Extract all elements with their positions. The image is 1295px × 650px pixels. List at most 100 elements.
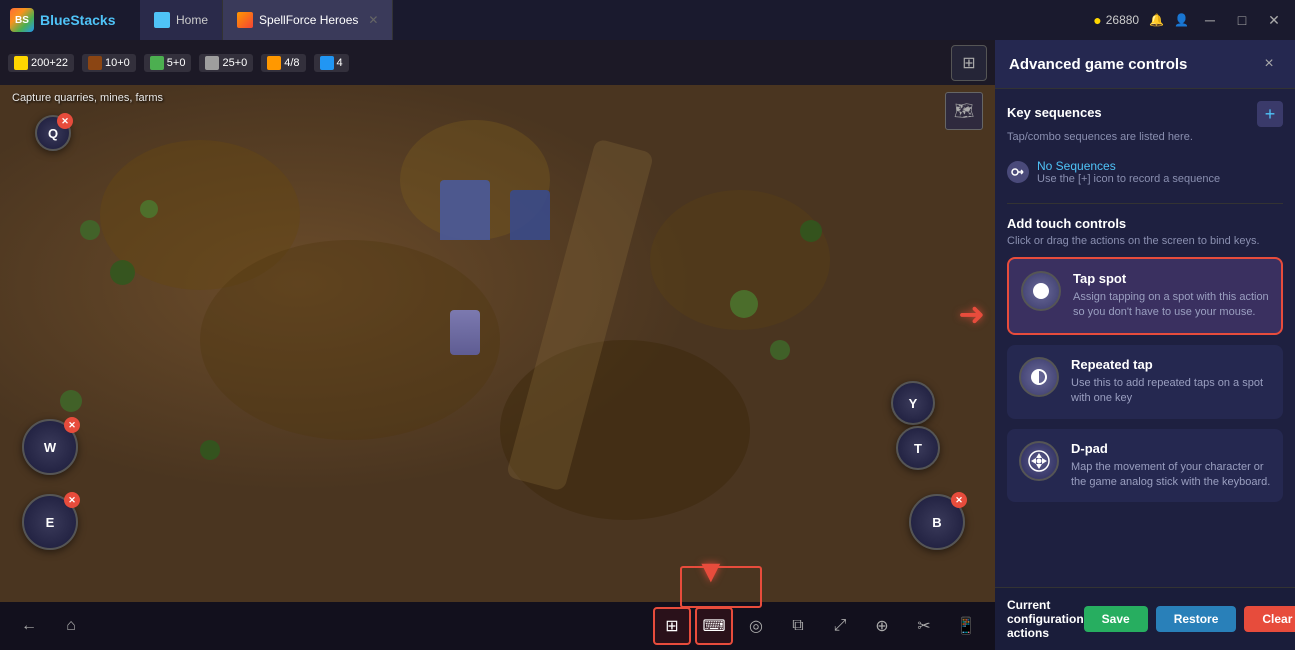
- stone-value: 25+0: [222, 57, 247, 69]
- q-remove-btn[interactable]: ✕: [57, 113, 73, 129]
- panel-title: Advanced game controls: [1009, 56, 1187, 73]
- b-remove-btn[interactable]: ✕: [951, 492, 967, 508]
- coin-amount: 26880: [1106, 13, 1139, 27]
- keyboard-btn[interactable]: ⌨: [695, 607, 733, 645]
- location-btn[interactable]: ⊕: [863, 607, 901, 645]
- res-wood: 10+0: [82, 54, 136, 72]
- key-b-btn[interactable]: B ✕: [909, 494, 965, 550]
- key-sequences-header: Key sequences +: [1007, 101, 1283, 127]
- panel-body: Key sequences + Tap/combo sequences are …: [995, 89, 1295, 587]
- camera-btn[interactable]: ◎: [737, 607, 775, 645]
- app-name: BlueStacks: [40, 12, 115, 28]
- key-w-btn[interactable]: W ✕: [22, 419, 78, 475]
- sequence-icon: [1007, 161, 1029, 183]
- res-unit: 4: [314, 54, 349, 72]
- minimize-btn[interactable]: ─: [1199, 9, 1221, 31]
- tab-home[interactable]: Home: [140, 0, 223, 40]
- map-icon[interactable]: 🗺: [945, 92, 983, 130]
- bluestacks-logo-icon: BS: [10, 8, 34, 32]
- add-touch-sub: Click or drag the actions on the screen …: [1007, 235, 1283, 247]
- res-pop: 4/8: [261, 54, 305, 72]
- minimap-btn[interactable]: ⊞: [951, 45, 987, 81]
- trim-btn[interactable]: ✂: [905, 607, 943, 645]
- unit-icon: [320, 56, 334, 70]
- home-btn[interactable]: ⌂: [52, 607, 90, 645]
- dpad-icon: [1019, 441, 1059, 481]
- resize-btn[interactable]: ⤢: [821, 607, 859, 645]
- game-tab-icon: [237, 12, 253, 28]
- game-area[interactable]: 200+22 10+0 5+0 25+0 4/8 4: [0, 40, 995, 650]
- capture-text: Capture quarries, mines, farms: [12, 92, 163, 104]
- res-food: 5+0: [144, 54, 192, 72]
- no-sequences-item: No Sequences Use the [+] icon to record …: [1007, 153, 1283, 191]
- res-gold: 200+22: [8, 54, 74, 72]
- main-content: 200+22 10+0 5+0 25+0 4/8 4: [0, 40, 1295, 650]
- pop-value: 4/8: [284, 57, 299, 69]
- e-remove-btn[interactable]: ✕: [64, 492, 80, 508]
- no-sequences-text: No Sequences Use the [+] icon to record …: [1037, 159, 1220, 185]
- no-sequences-label: No Sequences: [1037, 159, 1220, 173]
- gold-value: 200+22: [31, 57, 68, 69]
- no-sequences-sub: Use the [+] icon to record a sequence: [1037, 173, 1220, 185]
- save-button[interactable]: Save: [1084, 606, 1148, 632]
- device-btn[interactable]: 📱: [947, 607, 985, 645]
- screenshot-btn[interactable]: ⧉: [779, 607, 817, 645]
- arrow-down-indicator: ▼: [695, 553, 727, 590]
- tap-spot-text: Tap spot Assign tapping on a spot with t…: [1073, 271, 1269, 321]
- add-sequence-btn[interactable]: +: [1257, 101, 1283, 127]
- coin-display: ● 26880: [1093, 12, 1139, 28]
- dpad-title: D-pad: [1071, 441, 1271, 456]
- home-tab-icon: [154, 12, 170, 28]
- food-icon: [150, 56, 164, 70]
- tab-close-btn[interactable]: ✕: [368, 13, 378, 27]
- repeated-tap-title: Repeated tap: [1071, 357, 1271, 372]
- panel-close-btn[interactable]: ×: [1257, 52, 1281, 76]
- dpad-desc: Map the movement of your character or th…: [1071, 460, 1271, 491]
- bottom-toolbar: ← ⌂ ⊞ ⌨ ◎ ⧉ ⤢ ⊕ ✂ 📱: [0, 602, 995, 650]
- add-touch-title: Add touch controls: [1007, 216, 1283, 231]
- clear-button[interactable]: Clear: [1244, 606, 1295, 632]
- dpad-card[interactable]: D-pad Map the movement of your character…: [1007, 429, 1283, 503]
- gold-icon: [14, 56, 28, 70]
- maximize-btn[interactable]: □: [1231, 9, 1253, 31]
- repeated-tap-card[interactable]: Repeated tap Use this to add repeated ta…: [1007, 345, 1283, 419]
- wood-icon: [88, 56, 102, 70]
- restore-button[interactable]: Restore: [1156, 606, 1237, 632]
- window-close-btn[interactable]: ✕: [1263, 9, 1285, 31]
- tab-home-label: Home: [176, 13, 208, 27]
- key-y-btn[interactable]: Y: [891, 381, 935, 425]
- key-q-btn[interactable]: Q ✕: [35, 115, 71, 151]
- action-buttons: Save Restore Clear: [1084, 606, 1295, 632]
- tap-spot-dot: [1033, 283, 1049, 299]
- w-remove-btn[interactable]: ✕: [64, 417, 80, 433]
- tap-spot-desc: Assign tapping on a spot with this actio…: [1073, 290, 1269, 321]
- repeated-tap-dot: [1031, 369, 1047, 385]
- key-e-btn[interactable]: E ✕: [22, 494, 78, 550]
- tab-game-label: SpellForce Heroes: [259, 13, 358, 27]
- back-btn[interactable]: ←: [10, 607, 48, 645]
- title-bar-right: ● 26880 🔔 👤 ─ □ ✕: [1083, 9, 1295, 31]
- wood-value: 10+0: [105, 57, 130, 69]
- terrain-layer: [0, 40, 995, 650]
- res-stone: 25+0: [199, 54, 253, 72]
- key-sequences-sub: Tap/combo sequences are listed here.: [1007, 131, 1283, 143]
- repeated-tap-desc: Use this to add repeated taps on a spot …: [1071, 376, 1271, 407]
- account-icon[interactable]: 👤: [1174, 13, 1189, 27]
- coin-icon: ●: [1093, 12, 1101, 28]
- key-t-btn[interactable]: T: [896, 426, 940, 470]
- pop-icon: [267, 56, 281, 70]
- unit-value: 4: [337, 57, 343, 69]
- dpad-text: D-pad Map the movement of your character…: [1071, 441, 1271, 491]
- repeated-tap-text: Repeated tap Use this to add repeated ta…: [1071, 357, 1271, 407]
- repeated-tap-icon: [1019, 357, 1059, 397]
- arrow-right-indicator: ➜: [958, 295, 985, 333]
- title-bar: BS BlueStacks Home SpellForce Heroes ✕ ●…: [0, 0, 1295, 40]
- tap-spot-card[interactable]: Tap spot Assign tapping on a spot with t…: [1007, 257, 1283, 335]
- divider-1: [1007, 203, 1283, 204]
- panel-header: Advanced game controls ×: [995, 40, 1295, 89]
- tap-spot-icon: [1021, 271, 1061, 311]
- game-top-bar: 200+22 10+0 5+0 25+0 4/8 4: [0, 40, 995, 85]
- tab-game[interactable]: SpellForce Heroes ✕: [223, 0, 393, 40]
- notification-icon[interactable]: 🔔: [1149, 13, 1164, 27]
- game-controls-btn[interactable]: ⊞: [653, 607, 691, 645]
